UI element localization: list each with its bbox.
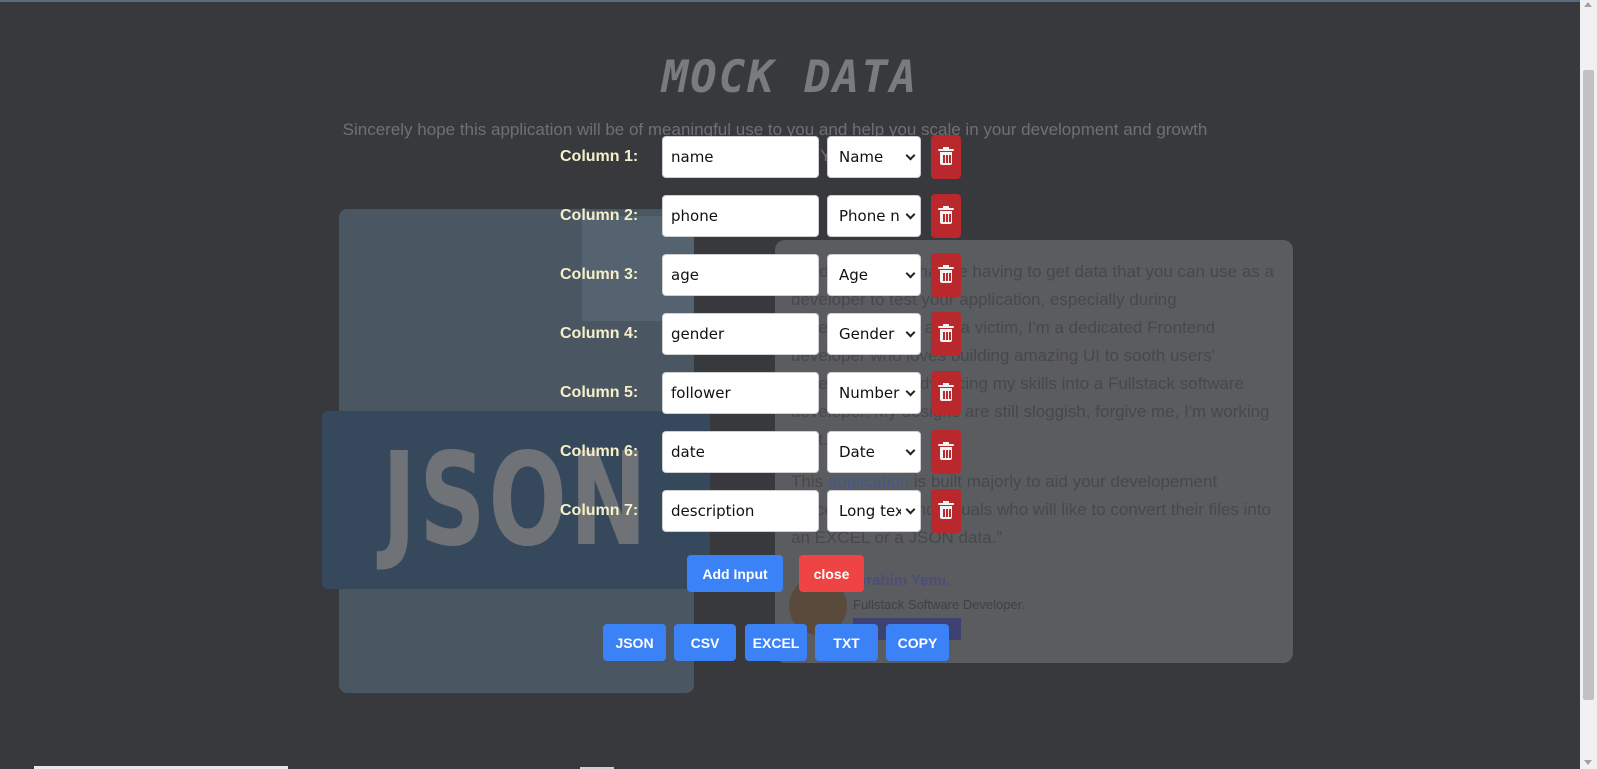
scroll-thumb[interactable] — [1583, 70, 1594, 700]
column-type-value: Name — [839, 148, 884, 166]
application-link[interactable]: application — [828, 472, 909, 491]
delete-column-button[interactable] — [931, 371, 961, 415]
trash-icon — [938, 324, 954, 342]
column-type-select[interactable]: Date — [827, 431, 921, 473]
column-type-value: Age — [839, 266, 869, 284]
chevron-down-icon — [905, 386, 916, 396]
copy-button[interactable]: COPY — [886, 624, 949, 661]
export-excel-button[interactable]: EXCEL — [745, 624, 807, 661]
delete-column-button[interactable] — [931, 489, 961, 533]
column-label: Column 4: — [560, 325, 639, 342]
column-type-value: Phone n — [839, 207, 900, 225]
chevron-down-icon — [905, 327, 916, 337]
column-row: Column 4: gender Gender — [560, 312, 961, 356]
chevron-down-icon — [905, 150, 916, 160]
page-title: MOCK DATA — [661, 52, 919, 103]
delete-column-button[interactable] — [931, 430, 961, 474]
trash-icon — [938, 265, 954, 283]
column-row: Column 1: name Name — [560, 135, 961, 179]
top-border — [0, 0, 1597, 2]
column-row: Column 7: description Long tex — [560, 489, 961, 533]
trash-icon — [938, 383, 954, 401]
column-type-select[interactable]: Name — [827, 136, 921, 178]
column-label: Column 5: — [560, 384, 639, 401]
delete-column-button[interactable] — [931, 253, 961, 297]
column-label: Column 3: — [560, 266, 639, 283]
column-type-select[interactable]: Long tex — [827, 490, 921, 532]
export-json-button[interactable]: JSON — [603, 624, 666, 661]
column-row: Column 5: follower Number — [560, 371, 961, 415]
scroll-down-icon[interactable] — [1584, 760, 1592, 765]
close-button[interactable]: close — [799, 555, 864, 592]
column-row: Column 6: date Date — [560, 430, 961, 474]
column-type-value: Date — [839, 443, 875, 461]
column-type-value: Number — [839, 384, 900, 402]
column-name-input[interactable]: phone — [662, 195, 819, 237]
scroll-up-icon[interactable] — [1584, 2, 1592, 7]
column-name-input[interactable]: follower — [662, 372, 819, 414]
delete-column-button[interactable] — [931, 135, 961, 179]
column-name-input[interactable]: gender — [662, 313, 819, 355]
chevron-down-icon — [905, 268, 916, 278]
column-type-select[interactable]: Gender — [827, 313, 921, 355]
trash-icon — [938, 501, 954, 519]
column-type-select[interactable]: Number — [827, 372, 921, 414]
column-label: Column 2: — [560, 207, 639, 224]
chevron-down-icon — [905, 445, 916, 455]
trash-icon — [938, 442, 954, 460]
export-csv-button[interactable]: CSV — [674, 624, 736, 661]
column-type-value: Long tex — [839, 502, 901, 520]
column-label: Column 7: — [560, 502, 639, 519]
author-role: Fullstack Software Developer. — [853, 597, 1025, 612]
column-label: Column 1: — [560, 148, 639, 165]
testimonial-text: This — [791, 472, 828, 491]
add-input-button[interactable]: Add Input — [687, 555, 783, 592]
delete-column-button[interactable] — [931, 194, 961, 238]
column-name-input[interactable]: name — [662, 136, 819, 178]
column-name-input[interactable]: description — [662, 490, 819, 532]
trash-icon — [938, 147, 954, 165]
column-label: Column 6: — [560, 443, 639, 460]
chevron-down-icon — [905, 504, 916, 514]
trash-icon — [938, 206, 954, 224]
column-type-select[interactable]: Phone n — [827, 195, 921, 237]
column-name-input[interactable]: date — [662, 431, 819, 473]
column-row: Column 2: phone Phone n — [560, 194, 961, 238]
vertical-scrollbar[interactable] — [1580, 0, 1597, 769]
column-name-input[interactable]: age — [662, 254, 819, 296]
column-type-select[interactable]: Age — [827, 254, 921, 296]
column-row: Column 3: age Age — [560, 253, 961, 297]
chevron-down-icon — [905, 209, 916, 219]
author-name: Ibrahim Yemi. — [853, 572, 951, 589]
column-type-value: Gender — [839, 325, 895, 343]
export-txt-button[interactable]: TXT — [815, 624, 878, 661]
delete-column-button[interactable] — [931, 312, 961, 356]
